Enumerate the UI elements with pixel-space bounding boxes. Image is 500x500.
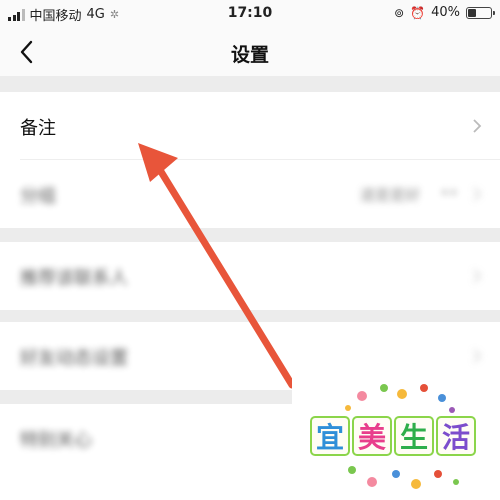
chevron-right-icon (473, 119, 482, 133)
rotation-lock-icon: ⊚ (394, 5, 405, 20)
settings-group-2: 推荐该联系人 (0, 242, 500, 310)
battery-icon (466, 6, 495, 19)
settings-group-1: 备注 分组 道是是好 •• (0, 92, 500, 228)
alarm-icon: ⏰ (410, 5, 426, 20)
chevron-right-icon (473, 349, 482, 363)
settings-row-label: 特别关心 (20, 430, 92, 451)
settings-row-recommend-contact[interactable]: 推荐该联系人 (0, 242, 500, 310)
settings-row-remark[interactable]: 备注 (0, 92, 500, 160)
battery-percentage: 40% (431, 5, 460, 20)
settings-row-label: 分组 (20, 186, 56, 207)
settings-row-label: 推荐该联系人 (20, 268, 128, 289)
settings-row-extra: •• (440, 184, 458, 202)
watermark-char: 宜 (310, 416, 350, 456)
settings-row-value: 道是是好 (359, 186, 420, 204)
page-title: 设置 (230, 44, 269, 66)
status-bar: 中国移动 4G ✲ 17:10 ⊚ ⏰ 40% (0, 0, 500, 28)
chevron-right-icon (473, 187, 482, 201)
settings-row-group[interactable]: 分组 道是是好 •• (0, 160, 500, 228)
watermark-char: 美 (352, 416, 392, 456)
watermark-char: 活 (436, 416, 476, 456)
watermark-char: 生 (394, 416, 434, 456)
navigation-bar: 设置 (0, 28, 500, 76)
settings-row-label: 好友动态设置 (20, 348, 128, 369)
watermark-logo: 宜 美 生 活 (292, 378, 500, 500)
chevron-right-icon (473, 269, 482, 283)
settings-row-label: 备注 (20, 118, 56, 139)
